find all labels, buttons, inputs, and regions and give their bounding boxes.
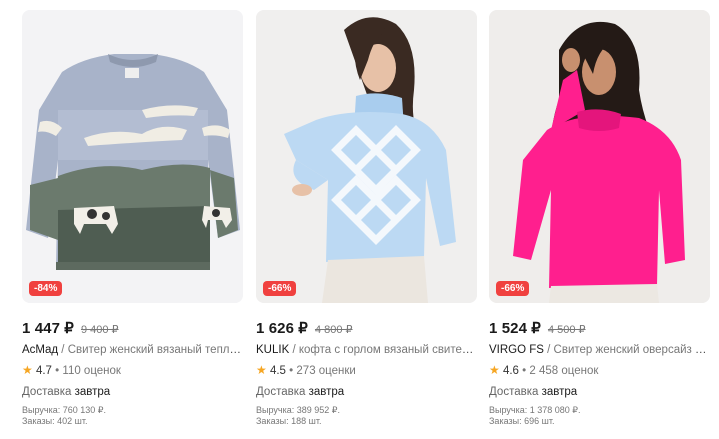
star-icon: ★ — [256, 363, 267, 377]
delivery-day: завтра — [541, 386, 578, 398]
price-row: 1 447 ₽ 9 400 ₽ — [22, 319, 243, 337]
rating-value: 4.5 — [269, 365, 286, 377]
product-image[interactable]: -84% — [22, 10, 243, 303]
brand-name: AcMaд — [22, 344, 59, 356]
product-card[interactable]: -84% 1 447 ₽ 9 400 ₽ AcMaд / Свитер женс… — [22, 10, 243, 427]
product-title[interactable]: VIRGO FS / Свитер женский оверсайз зимни… — [489, 343, 710, 357]
delivery-label: Доставка — [22, 386, 72, 398]
star-icon: ★ — [22, 363, 33, 377]
star-icon: ★ — [489, 363, 500, 377]
reviews-count[interactable]: 2 458 оценок — [529, 365, 598, 377]
product-title[interactable]: AcMaд / Свитер женский вязаный теплый ов… — [22, 343, 243, 357]
old-price: 4 500 ₽ — [547, 324, 586, 336]
rating-value: 4.7 — [35, 365, 52, 377]
revenue-stat: Выручка: 1 378 080 ₽. — [489, 405, 581, 415]
discount-badge: -66% — [496, 281, 530, 296]
brand-name: KULIK — [256, 344, 290, 356]
delivery-day: завтра — [308, 386, 345, 398]
delivery-info: Доставка завтра — [256, 385, 477, 399]
orders-stat: Заказы: 696 шт. — [489, 416, 555, 426]
price: 1 447 ₽ — [22, 320, 74, 337]
discount-badge: -66% — [263, 281, 297, 296]
product-title[interactable]: KULIK / кофта с горлом вязаный свитер го… — [256, 343, 477, 357]
title-separator: / — [289, 344, 299, 356]
delivery-info: Доставка завтра — [22, 385, 243, 399]
delivery-label: Доставка — [489, 386, 539, 398]
reviews-count[interactable]: 273 оценки — [296, 365, 355, 377]
sweater-cow-icon — [22, 10, 243, 303]
price-row: 1 524 ₽ 4 500 ₽ — [489, 319, 710, 337]
delivery-label: Доставка — [256, 386, 306, 398]
product-name: кофта с горлом вязаный свитер голубой — [298, 344, 477, 356]
product-name: Свитер женский вязаный теплый оверсайз — [67, 344, 243, 356]
old-price: 9 400 ₽ — [80, 324, 119, 336]
title-separator: / — [58, 344, 68, 356]
pink-sweater-model-icon — [489, 10, 710, 303]
product-name: Свитер женский оверсайз зимний — [553, 344, 710, 356]
rating-row: ★ 4.6 • 2 458 оценок — [489, 363, 710, 378]
delivery-info: Доставка завтра — [489, 385, 710, 399]
rating-row: ★ 4.7 • 110 оценок — [22, 363, 243, 378]
delivery-day: завтра — [74, 386, 111, 398]
orders-stat: Заказы: 402 шт. — [22, 416, 88, 426]
orders-stat: Заказы: 188 шт. — [256, 416, 322, 426]
rating-value: 4.6 — [502, 365, 519, 377]
price: 1 626 ₽ — [256, 320, 308, 337]
old-price: 4 800 ₽ — [314, 324, 353, 336]
product-image[interactable]: -66% — [256, 10, 477, 303]
revenue-stat: Выручка: 389 952 ₽. — [256, 405, 340, 415]
product-image[interactable]: -66% — [489, 10, 710, 303]
product-card[interactable]: -66% 1 524 ₽ 4 500 ₽ VIRGO FS / Свитер ж… — [489, 10, 710, 427]
turtleneck-model-icon — [256, 10, 477, 303]
price: 1 524 ₽ — [489, 320, 541, 337]
rating-row: ★ 4.5 • 273 оценки — [256, 363, 477, 378]
brand-name: VIRGO FS — [489, 344, 544, 356]
discount-badge: -84% — [29, 281, 63, 296]
reviews-count[interactable]: 110 оценок — [62, 365, 121, 377]
title-separator: / — [543, 344, 554, 356]
product-card[interactable]: -66% 1 626 ₽ 4 800 ₽ KULIK / кофта с гор… — [256, 10, 477, 427]
revenue-stat: Выручка: 760 130 ₽. — [22, 405, 106, 415]
price-row: 1 626 ₽ 4 800 ₽ — [256, 319, 477, 337]
